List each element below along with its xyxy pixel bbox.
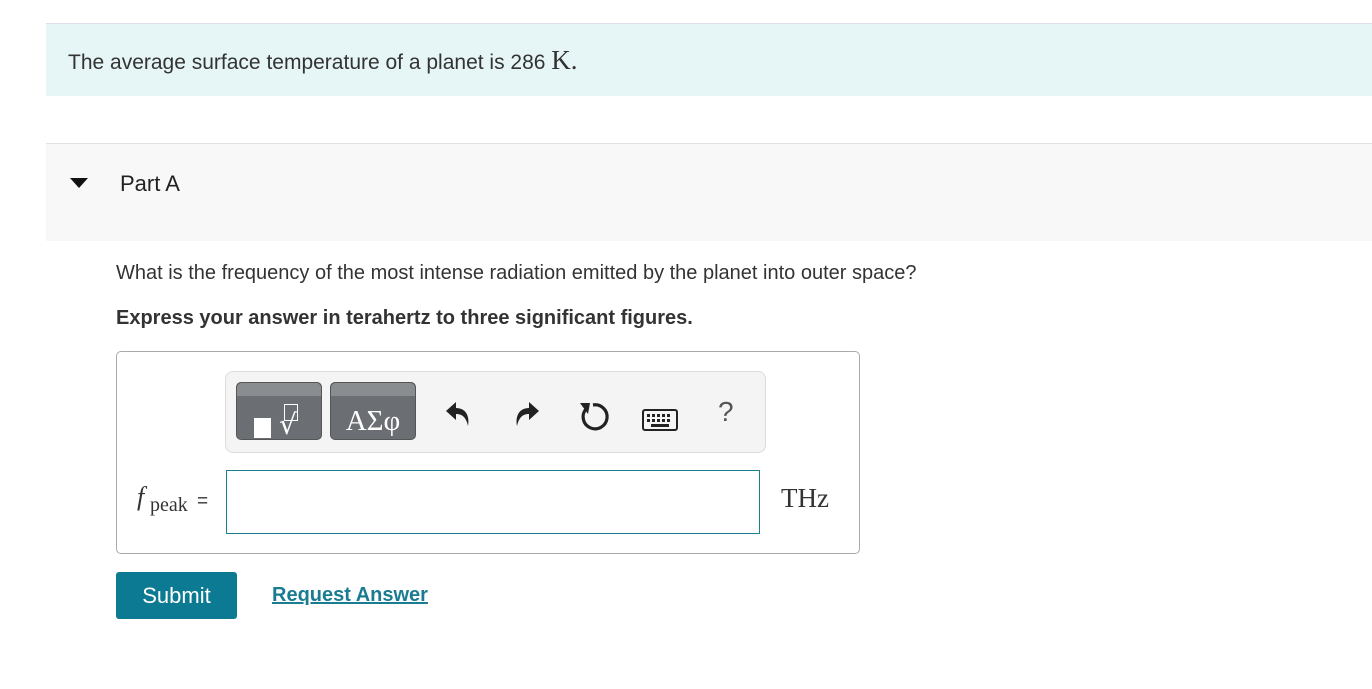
intro-unit: K: [551, 45, 571, 75]
greek-symbols-button[interactable]: ΑΣφ: [330, 382, 416, 440]
reset-icon[interactable]: [576, 400, 610, 434]
part-title: Part A: [120, 171, 180, 196]
variable-f: f: [137, 482, 145, 511]
help-button[interactable]: ?: [718, 396, 734, 428]
caret-down-icon[interactable]: [70, 178, 88, 188]
answer-unit: THz: [781, 483, 829, 513]
templates-button[interactable]: √: [236, 382, 322, 440]
submit-button[interactable]: Submit: [116, 572, 237, 619]
question-text: What is the frequency of the most intens…: [116, 262, 917, 284]
part-a-header[interactable]: Part A: [46, 143, 1372, 241]
undo-icon[interactable]: [444, 398, 474, 430]
intro-period: .: [570, 45, 578, 75]
keyboard-icon[interactable]: [642, 409, 678, 431]
instruction-text: Express your answer in terahertz to thre…: [116, 307, 693, 329]
answer-input[interactable]: [226, 470, 760, 534]
problem-intro: The average surface temperature of a pla…: [46, 23, 1372, 96]
equals-sign: =: [197, 491, 209, 512]
request-answer-link[interactable]: Request Answer: [272, 584, 428, 607]
variable-subscript: peak: [150, 494, 188, 516]
intro-text: The average surface temperature of a pla…: [68, 45, 578, 76]
equation-toolbar: √ ΑΣφ ?: [225, 371, 766, 453]
greek-label: ΑΣφ: [345, 405, 401, 437]
redo-icon[interactable]: [511, 398, 541, 430]
intro-statement: The average surface temperature of a pla…: [68, 51, 546, 74]
answer-box: √ ΑΣφ ? f peak = THz: [116, 351, 860, 554]
